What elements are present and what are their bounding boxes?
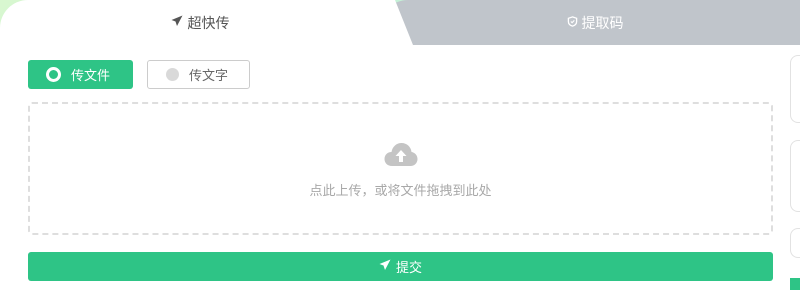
mode-text-button[interactable]: 传文字 bbox=[147, 60, 250, 89]
submit-label: 提交 bbox=[395, 261, 422, 276]
tab-quick-upload-label: 超快传 bbox=[187, 15, 230, 32]
tab-pickup-code[interactable]: 提取码 bbox=[380, 0, 800, 45]
mode-file-label: 传文件 bbox=[71, 69, 111, 84]
tab-quick-upload[interactable]: 超快传 bbox=[0, 0, 400, 45]
side-accent-strip bbox=[790, 278, 800, 290]
cloud-upload-icon bbox=[384, 142, 418, 172]
paper-plane-icon bbox=[171, 15, 183, 31]
radio-unselected-icon bbox=[166, 68, 179, 81]
side-panel-handle[interactable] bbox=[790, 55, 800, 123]
submit-button[interactable]: 提交 bbox=[28, 252, 773, 281]
tab-pickup-code-label: 提取码 bbox=[581, 15, 624, 32]
paper-plane-icon bbox=[379, 259, 391, 275]
mode-file-button[interactable]: 传文件 bbox=[28, 60, 133, 89]
mode-text-label: 传文字 bbox=[189, 69, 229, 84]
side-panel-handle[interactable] bbox=[790, 228, 800, 258]
upload-dropzone[interactable]: 点此上传，或将文件拖拽到此处 bbox=[28, 102, 773, 235]
dropzone-hint: 点此上传，或将文件拖拽到此处 bbox=[309, 184, 492, 199]
radio-selected-icon bbox=[46, 67, 61, 82]
shield-icon bbox=[567, 15, 578, 31]
side-panel-handle[interactable] bbox=[790, 140, 800, 212]
